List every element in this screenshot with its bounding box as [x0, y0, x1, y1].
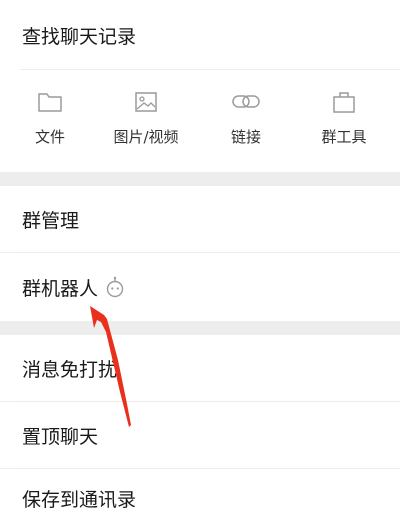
pin-chat-row[interactable]: 置顶聊天: [0, 402, 400, 468]
link-icon: [232, 95, 260, 108]
toolbox-icon: [333, 92, 355, 113]
search-chat-history-row[interactable]: 查找聊天记录: [0, 0, 400, 70]
tool-group-tools[interactable]: 群工具: [294, 90, 394, 147]
search-chat-history-label: 查找聊天记录: [22, 25, 137, 48]
tool-images-videos[interactable]: 图片/视频: [96, 90, 196, 147]
history-shortcuts: 文件 图片/视频 链接 群工具: [0, 70, 400, 172]
tool-files-label: 文件: [34, 128, 65, 146]
save-to-contacts-label: 保存到通讯录: [22, 489, 137, 511]
group-robot-label: 群机器人: [22, 277, 99, 300]
tool-links[interactable]: 链接: [196, 90, 296, 147]
mute-notifications-label: 消息免打扰: [22, 358, 118, 381]
tool-images-videos-label: 图片/视频: [113, 128, 179, 146]
image-icon: [135, 92, 157, 112]
tool-files[interactable]: 文件: [0, 90, 100, 147]
tool-group-tools-label: 群工具: [321, 128, 367, 146]
group-management-row[interactable]: 群管理: [0, 186, 400, 252]
pin-chat-label: 置顶聊天: [22, 425, 99, 448]
section-gap: [0, 172, 400, 186]
mute-notifications-row[interactable]: 消息免打扰: [0, 335, 400, 401]
folder-icon: [38, 93, 62, 112]
group-management-label: 群管理: [22, 209, 80, 232]
robot-icon: [106, 276, 124, 298]
section-gap: [0, 321, 400, 335]
save-to-contacts-row[interactable]: 保存到通讯录: [0, 469, 400, 528]
tool-links-label: 链接: [230, 128, 261, 146]
group-robot-row[interactable]: 群机器人: [0, 253, 400, 321]
